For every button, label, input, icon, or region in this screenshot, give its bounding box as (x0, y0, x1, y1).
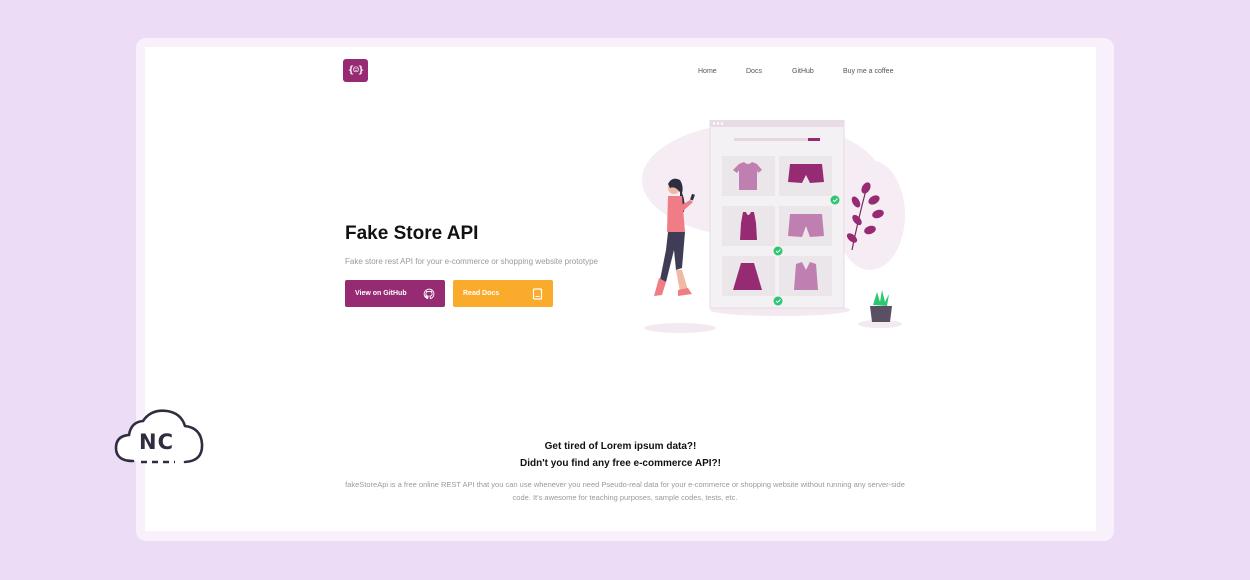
page: {☺} Home Docs GitHub Buy me a coffee Fak… (145, 47, 1096, 531)
read-docs-label: Read Docs (463, 290, 500, 297)
view-on-github-label: View on GitHub (355, 290, 407, 297)
view-on-github-button[interactable]: View on GitHub (345, 280, 445, 307)
book-icon (532, 287, 543, 300)
github-icon (423, 288, 435, 299)
nav-buy-me-a-coffee[interactable]: Buy me a coffee (843, 68, 893, 75)
store-illustration (642, 120, 905, 333)
read-docs-button[interactable]: Read Docs (453, 280, 553, 307)
nav-home[interactable]: Home (698, 68, 717, 75)
hero-subtitle: Fake store rest API for your e-commerce … (345, 257, 599, 266)
description: fakeStoreApi is a free online REST API t… (345, 480, 905, 502)
tagline-free-api: Didn't you find any free e-commerce API?… (520, 458, 721, 469)
nc-cloud-badge: NC (113, 408, 205, 471)
nav-github[interactable]: GitHub (792, 68, 814, 75)
logo[interactable]: {☺} (343, 59, 368, 82)
hero-title: Fake Store API (345, 223, 479, 244)
tagline-lorem-ipsum: Get tired of Lorem ipsum data?! (544, 441, 697, 452)
nav-docs[interactable]: Docs (746, 68, 762, 75)
browser-frame: {☺} Home Docs GitHub Buy me a coffee Fak… (136, 38, 1114, 541)
nc-badge-text: NC (139, 430, 174, 454)
